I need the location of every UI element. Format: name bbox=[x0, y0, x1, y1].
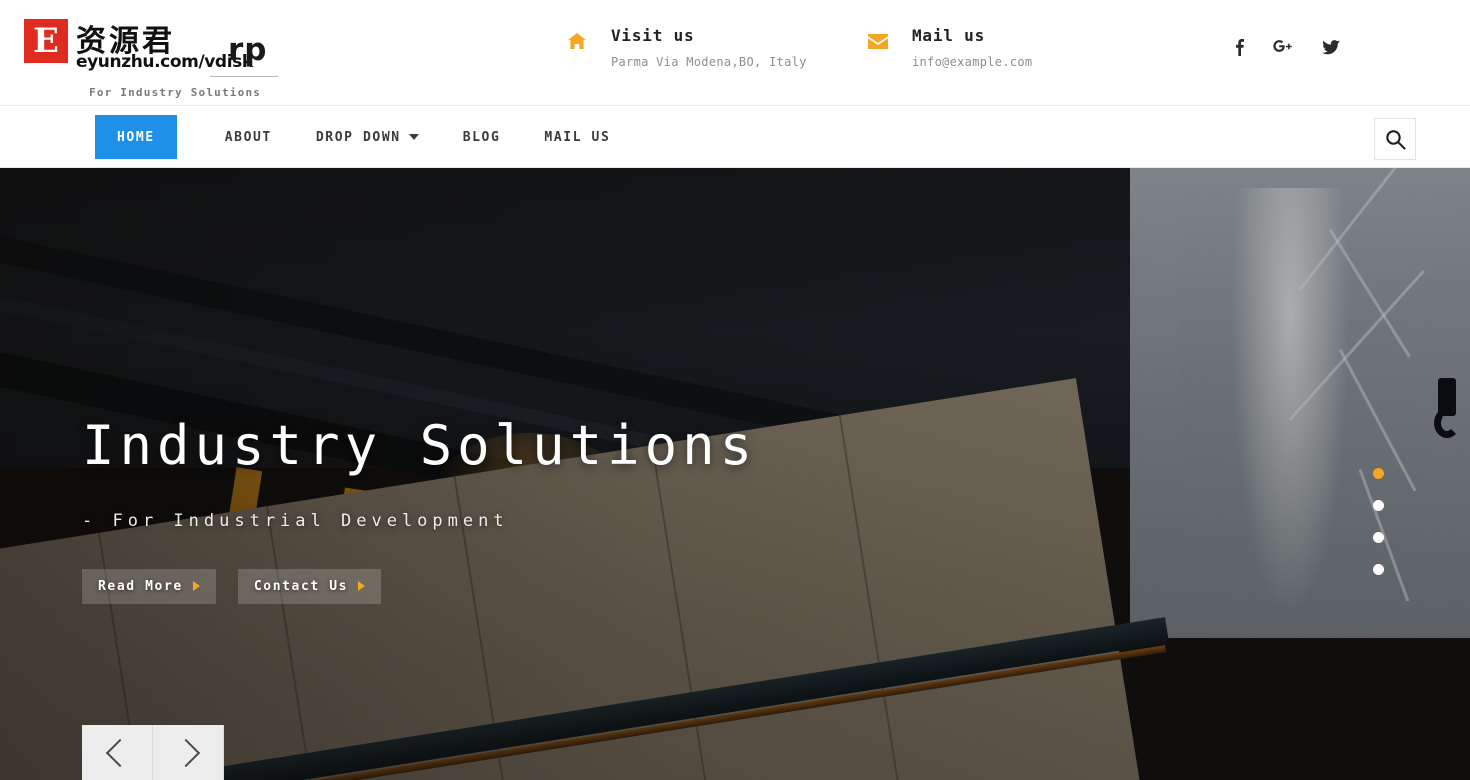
nav-item-blog-label: BLOG bbox=[462, 129, 501, 145]
slider-dot-4[interactable] bbox=[1373, 564, 1384, 575]
slider-dot-2[interactable] bbox=[1373, 500, 1384, 511]
nav-item-home-label: HOME bbox=[117, 129, 155, 145]
contact-visit-detail: Parma Via Modena,BO, Italy bbox=[611, 55, 807, 69]
arrow-right-icon bbox=[192, 581, 200, 592]
logo-mark-letter: E bbox=[33, 21, 59, 61]
slider-prev-button[interactable] bbox=[82, 725, 153, 780]
nav-item-about[interactable]: ABOUT bbox=[203, 115, 294, 159]
search-button[interactable] bbox=[1374, 118, 1416, 160]
slider-dot-1[interactable] bbox=[1373, 468, 1384, 479]
slider-next-button[interactable] bbox=[153, 725, 224, 780]
google-plus-icon[interactable] bbox=[1272, 36, 1294, 58]
contact-us-button[interactable]: Contact Us bbox=[237, 568, 382, 604]
hero-button-group: Read More Contact Us bbox=[82, 568, 982, 604]
arrow-right-icon bbox=[358, 581, 366, 592]
nav-item-blog[interactable]: BLOG bbox=[441, 115, 523, 159]
chevron-down-icon bbox=[408, 134, 419, 140]
nav-item-mail-us-label: MAIL US bbox=[544, 129, 611, 145]
contact-mail-detail: info@example.com bbox=[912, 55, 1033, 69]
facebook-icon[interactable] bbox=[1228, 36, 1250, 58]
slider-pagination bbox=[1373, 468, 1384, 575]
contact-visit-title: Visit us bbox=[611, 26, 695, 45]
hero-slider: Industry Solutions - For Industrial Deve… bbox=[0, 168, 1470, 780]
search-icon bbox=[1385, 129, 1405, 149]
twitter-icon[interactable] bbox=[1320, 36, 1342, 58]
social-links bbox=[1210, 36, 1340, 60]
hero-subtitle: - For Industrial Development bbox=[82, 510, 509, 531]
slider-dot-3[interactable] bbox=[1373, 532, 1384, 543]
hero-content: Industry Solutions - For Industrial Deve… bbox=[82, 414, 982, 604]
chevron-right-icon bbox=[171, 738, 200, 767]
site-logo[interactable]: E 资源君 eyunzhu.com/vdisk rp For Industry … bbox=[24, 16, 324, 99]
nav-item-about-label: ABOUT bbox=[224, 129, 272, 145]
top-header-bar: E 资源君 eyunzhu.com/vdisk rp For Industry … bbox=[0, 0, 1470, 106]
logo-fragment-text: rp bbox=[228, 32, 268, 68]
main-navigation-bar: HOME ABOUT DROP DOWN BLOG MAIL US bbox=[0, 106, 1470, 168]
nav-item-home[interactable]: HOME bbox=[95, 115, 177, 159]
nav-item-drop-down-label: DROP DOWN bbox=[315, 129, 401, 145]
nav-item-mail-us[interactable]: MAIL US bbox=[522, 115, 632, 159]
contact-us-label: Contact Us bbox=[253, 578, 349, 594]
logo-url-text: eyunzhu.com/vdisk bbox=[76, 52, 253, 72]
home-icon bbox=[565, 31, 589, 51]
nav-item-list: HOME ABOUT DROP DOWN BLOG MAIL US bbox=[95, 106, 632, 168]
chevron-left-icon bbox=[105, 738, 134, 767]
read-more-button[interactable]: Read More bbox=[82, 568, 216, 604]
slider-arrows bbox=[82, 725, 224, 780]
logo-tagline: For Industry Solutions bbox=[89, 86, 262, 99]
read-more-label: Read More bbox=[98, 578, 183, 594]
envelope-icon bbox=[866, 31, 890, 51]
nav-item-drop-down[interactable]: DROP DOWN bbox=[294, 115, 441, 159]
contact-mail-title: Mail us bbox=[912, 26, 986, 45]
logo-mark-icon: E bbox=[24, 19, 68, 63]
logo-divider bbox=[210, 76, 278, 77]
hero-title: Industry Solutions bbox=[82, 414, 758, 477]
